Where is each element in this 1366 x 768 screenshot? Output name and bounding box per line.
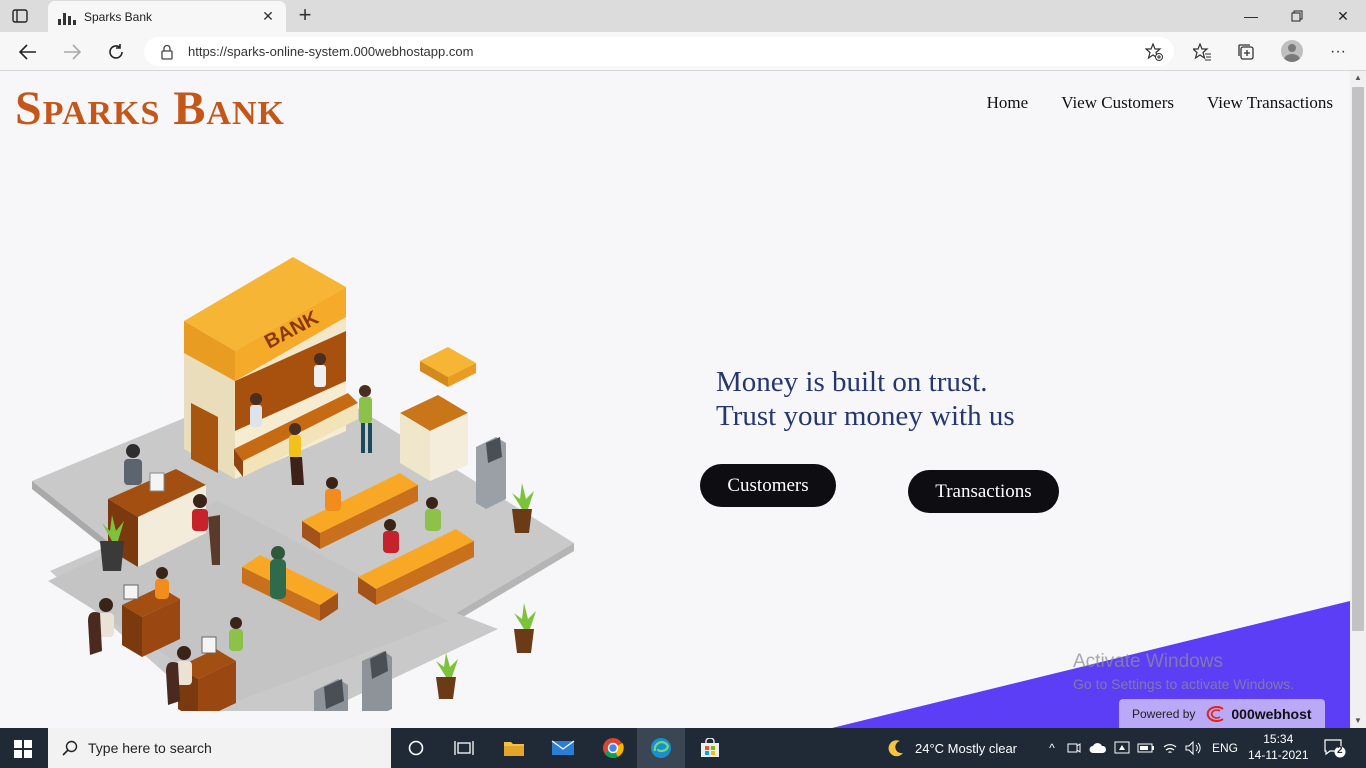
more-menu-icon[interactable]: ··· — [1326, 40, 1350, 64]
tab-close-icon[interactable]: ✕ — [260, 8, 276, 25]
activate-windows-watermark: Activate Windows Go to Settings to activ… — [1073, 651, 1294, 692]
file-explorer-icon[interactable] — [502, 736, 526, 760]
start-button[interactable] — [14, 740, 32, 758]
store-icon[interactable] — [698, 736, 722, 760]
hero-line-2: Trust your money with us — [716, 400, 1015, 432]
browser-tab-bar: Sparks Bank ✕ + — ✕ — [0, 0, 1366, 32]
clock-date: 14-11-2021 — [1248, 748, 1309, 762]
refresh-button[interactable] — [103, 39, 129, 65]
browser-tab[interactable]: Sparks Bank ✕ — [48, 1, 286, 32]
weather-text[interactable]: 24°C Mostly clear — [915, 741, 1017, 756]
customers-button[interactable]: Customers — [700, 464, 836, 507]
hero-tagline: Money is built on trust. Trust your mone… — [716, 365, 1015, 433]
collections-icon[interactable] — [1234, 40, 1258, 64]
onedrive-icon[interactable] — [1087, 736, 1109, 760]
search-placeholder: Type here to search — [88, 740, 212, 756]
tab-title: Sparks Bank — [84, 9, 153, 24]
notification-count: 2 — [1337, 745, 1343, 756]
url-text: https://sparks-online-system.000webhosta… — [188, 44, 474, 59]
bank-illustration: BANK — [32, 257, 574, 711]
task-view-icon[interactable] — [452, 736, 476, 760]
new-tab-button[interactable]: + — [294, 4, 316, 27]
notifications-icon[interactable]: 2 — [1324, 738, 1346, 758]
scroll-up-arrow-icon[interactable]: ▲ — [1350, 71, 1366, 85]
page-scrollbar[interactable]: ▲ ▼ — [1350, 71, 1366, 728]
close-window-button[interactable]: ✕ — [1320, 0, 1366, 32]
brand-logo[interactable]: Sparks Bank — [15, 81, 285, 136]
edge-icon[interactable] — [649, 736, 673, 760]
language-indicator[interactable]: ENG — [1212, 741, 1238, 755]
main-nav: Home View Customers View Transactions — [987, 93, 1333, 113]
activate-windows-title: Activate Windows — [1073, 651, 1223, 672]
restore-button[interactable] — [1274, 0, 1320, 32]
cortana-icon[interactable] — [404, 736, 428, 760]
meet-now-icon[interactable] — [1064, 736, 1084, 760]
transactions-button[interactable]: Transactions — [908, 470, 1059, 513]
system-clock[interactable]: 15:34 14-11-2021 — [1248, 731, 1309, 763]
page-viewport: Sparks Bank Home View Customers View Tra… — [0, 71, 1350, 728]
powered-by-label: Powered by — [1132, 706, 1196, 721]
hero-line-1: Money is built on trust. — [716, 366, 988, 398]
powered-by-badge[interactable]: Powered by 000webhost — [1119, 699, 1325, 728]
tab-actions-icon[interactable] — [10, 6, 30, 26]
bank-favicon-icon — [58, 9, 76, 25]
forward-button[interactable] — [59, 39, 85, 65]
security-icon[interactable] — [1111, 736, 1133, 760]
nav-view-customers-link[interactable]: View Customers — [1061, 93, 1174, 113]
minimize-button[interactable]: — — [1228, 0, 1274, 32]
nav-view-transactions-link[interactable]: View Transactions — [1207, 93, 1333, 113]
profile-avatar[interactable] — [1281, 40, 1303, 62]
search-icon — [62, 740, 78, 756]
battery-icon[interactable] — [1135, 736, 1157, 760]
taskbar-search[interactable]: Type here to search — [48, 728, 391, 768]
activate-windows-subtitle: Go to Settings to activate Windows. — [1073, 676, 1294, 692]
lock-icon — [160, 44, 174, 60]
scroll-thumb[interactable] — [1352, 87, 1364, 631]
nav-home-link[interactable]: Home — [987, 93, 1029, 113]
address-field[interactable]: https://sparks-online-system.000webhosta… — [144, 37, 1174, 66]
webhost-swirl-icon — [1207, 705, 1224, 722]
favorites-icon[interactable] — [1190, 40, 1214, 64]
scroll-down-arrow-icon[interactable]: ▼ — [1350, 714, 1366, 728]
chrome-icon[interactable] — [601, 736, 625, 760]
webhost-name: 000webhost — [1231, 705, 1312, 722]
browser-toolbar: https://sparks-online-system.000webhosta… — [0, 32, 1366, 71]
volume-icon[interactable] — [1183, 736, 1205, 760]
back-button[interactable] — [15, 39, 41, 65]
mail-icon[interactable] — [551, 736, 575, 760]
moon-weather-icon[interactable] — [884, 736, 908, 760]
windows-taskbar: Type here to search 24°C Mostly clear ^ — [0, 728, 1366, 768]
wifi-icon[interactable] — [1159, 736, 1181, 760]
show-hidden-icons-chevron-icon[interactable]: ^ — [1040, 736, 1064, 760]
add-favorite-icon[interactable] — [1142, 40, 1166, 64]
clock-time: 15:34 — [1263, 732, 1294, 746]
webhost-logo: 000webhost — [1203, 705, 1312, 723]
